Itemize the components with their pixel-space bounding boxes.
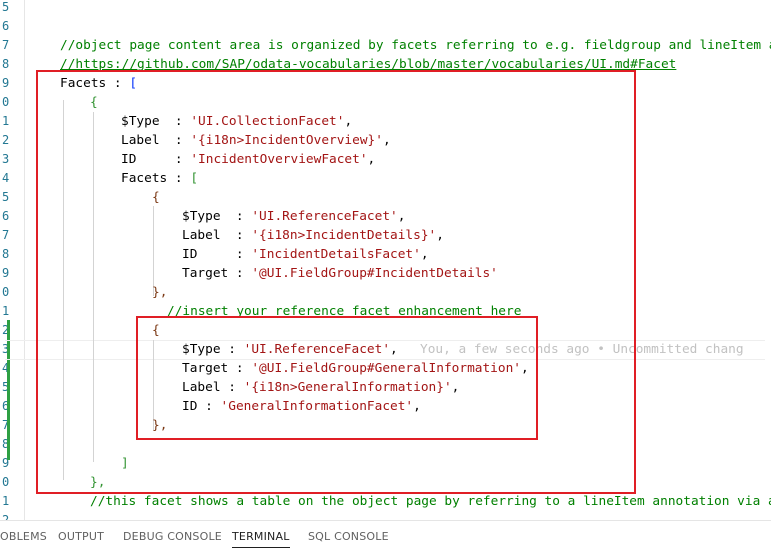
code-line: Facets : [ — [60, 74, 137, 93]
tab-debug-console[interactable]: DEBUG CONSOLE — [123, 529, 222, 547]
line-number: 1 — [2, 114, 10, 128]
code-line: Label : '{i18n>GeneralInformation}', — [182, 380, 460, 395]
line-number: 2 — [2, 133, 10, 147]
bracket: [ — [129, 76, 138, 91]
code-string: 'UI.ReferenceFacet' — [251, 209, 398, 224]
line-number: 2 — [2, 513, 10, 520]
code-line: ID : 'IncidentOverviewFacet', — [121, 152, 376, 167]
brace: { — [90, 95, 98, 110]
code-key: Label : — [121, 133, 191, 148]
line-number: 4 — [2, 171, 10, 185]
line-number: 9 — [2, 76, 10, 90]
code-key: ID : — [121, 152, 191, 167]
code-string: '{i18n>IncidentDetails}' — [251, 228, 437, 243]
git-blame-annotation: You, a few seconds ago • Uncommitted cha… — [420, 342, 744, 357]
code-string: '{i18n>GeneralInformation}' — [243, 380, 452, 395]
indent-guide — [63, 100, 64, 480]
code-string: '{i18n>IncidentOverview}' — [190, 133, 383, 148]
code-string: '@UI.FieldGroup#GeneralInformation' — [251, 361, 521, 376]
code-line: Target : '@UI.FieldGroup#GeneralInformat… — [182, 361, 529, 376]
code-line: Target : '@UI.FieldGroup#IncidentDetails… — [182, 264, 498, 283]
code-key: ID : — [182, 247, 252, 262]
code-link[interactable]: //https://github.com/SAP/odata-vocabular… — [60, 55, 676, 74]
line-number: 1 — [2, 494, 10, 508]
code-key: $Type : — [182, 209, 252, 224]
brace: { — [152, 323, 160, 338]
line-number: 5 — [2, 0, 10, 14]
code-line: $Type : 'UI.ReferenceFacet', — [182, 342, 398, 357]
line-number-gutter: 5 6 7 8 9 0 1 2 3 4 5 6 7 8 9 0 1 2 3 4 … — [0, 0, 25, 520]
line-number: 8 — [2, 247, 10, 261]
code-editor[interactable]: //object page content area is organized … — [25, 0, 771, 520]
code-line: $Type : 'UI.ReferenceFacet', — [182, 209, 406, 224]
line-number: 0 — [2, 95, 10, 109]
code-comment: //object page content area is organized … — [60, 38, 771, 53]
line-number: 6 — [2, 209, 10, 223]
code-key: Facets : — [121, 171, 191, 186]
line-number: 7 — [2, 38, 10, 52]
line-number: 6 — [2, 19, 10, 33]
code-line: ID : 'GeneralInformationFacet', — [182, 399, 421, 414]
brace: { — [152, 190, 160, 205]
brace: }, — [152, 285, 168, 300]
tab-output[interactable]: OUTPUT — [58, 529, 104, 547]
code-key: Label : — [182, 380, 244, 395]
code-key: $Type : — [121, 114, 191, 129]
line-number: 0 — [2, 285, 10, 299]
bracket: [ — [190, 171, 199, 186]
code-comment: //insert your reference facet enhancemen… — [167, 304, 522, 319]
code-string: 'UI.CollectionFacet' — [190, 114, 345, 129]
code-key: ID : — [182, 399, 221, 414]
code-key: Facets : — [60, 76, 130, 91]
code-comment: //this facet shows a table on the object… — [90, 494, 771, 509]
code-line: $Type : 'UI.CollectionFacet', — [121, 114, 353, 129]
code-line: ID : 'IncidentDetailsFacet', — [182, 247, 429, 262]
line-number: 8 — [2, 57, 10, 71]
code-string: 'IncidentOverviewFacet' — [190, 152, 368, 167]
code-line: Label : '{i18n>IncidentDetails}', — [182, 228, 444, 243]
line-number: 1 — [2, 304, 10, 318]
code-line: Facets : [ — [121, 169, 198, 188]
code-string: 'UI.ReferenceFacet' — [243, 342, 391, 357]
bracket: ] — [121, 456, 129, 471]
code-key: Label : — [182, 228, 252, 243]
indent-guide — [93, 112, 94, 462]
code-key: $Type : — [182, 342, 244, 357]
code-string: '@UI.FieldGroup#IncidentDetails' — [251, 266, 498, 281]
line-number: 0 — [2, 475, 10, 489]
brace: }, — [152, 418, 168, 433]
panel-tab-bar: OBLEMS OUTPUT DEBUG CONSOLE TERMINAL SQL… — [0, 520, 771, 554]
code-line: Label : '{i18n>IncidentOverview}', — [121, 133, 391, 148]
line-number: 9 — [2, 266, 10, 280]
tab-problems[interactable]: OBLEMS — [0, 529, 47, 547]
line-number: 5 — [2, 190, 10, 204]
code-key: Target : — [182, 361, 252, 376]
line-number: 7 — [2, 228, 10, 242]
code-string: 'IncidentDetailsFacet' — [251, 247, 421, 262]
tab-sql-console[interactable]: SQL CONSOLE — [308, 529, 389, 547]
tab-terminal[interactable]: TERMINAL — [232, 529, 290, 548]
code-string: 'GeneralInformationFacet' — [220, 399, 414, 414]
brace: }, — [90, 475, 106, 490]
line-number: 3 — [2, 152, 10, 166]
code-key: Target : — [182, 266, 252, 281]
